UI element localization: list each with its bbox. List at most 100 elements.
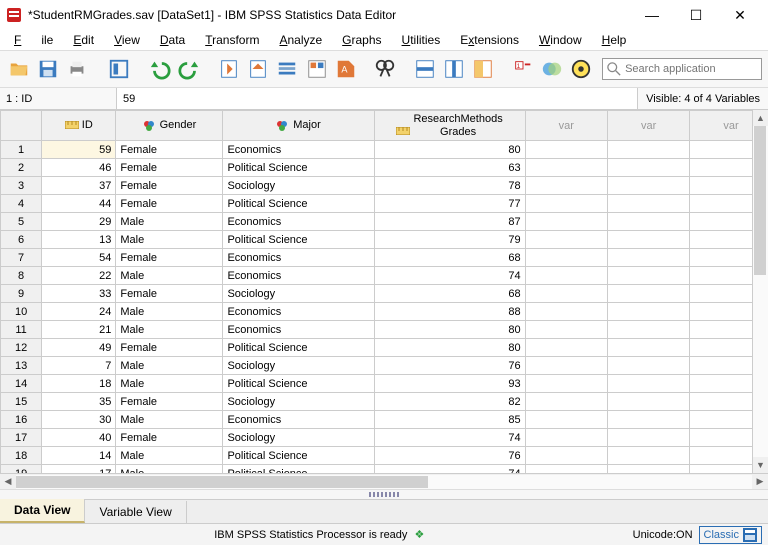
cell-empty[interactable] (525, 159, 607, 177)
scroll-down-icon[interactable]: ▼ (753, 457, 768, 473)
cell-value-input[interactable]: 59 (116, 88, 638, 109)
cell-id[interactable]: 40 (42, 429, 116, 447)
cell-id[interactable]: 21 (42, 321, 116, 339)
cell-id[interactable]: 18 (42, 375, 116, 393)
cell-grade[interactable]: 68 (374, 285, 525, 303)
cell-gender[interactable]: Male (116, 267, 223, 285)
cell-empty[interactable] (690, 411, 752, 429)
row-number[interactable]: 11 (1, 321, 42, 339)
scrollbar-thumb[interactable] (754, 126, 766, 275)
scrollbar-thumb[interactable] (16, 476, 428, 488)
cell-grade[interactable]: 74 (374, 267, 525, 285)
cell-major[interactable]: Sociology (223, 429, 374, 447)
cell-id[interactable]: 46 (42, 159, 116, 177)
cell-gender[interactable]: Female (116, 393, 223, 411)
cell-empty[interactable] (607, 321, 689, 339)
scroll-up-icon[interactable]: ▲ (753, 110, 768, 126)
row-number[interactable]: 8 (1, 267, 42, 285)
cell-empty[interactable] (525, 195, 607, 213)
cell-empty[interactable] (525, 393, 607, 411)
select-cases-icon[interactable] (539, 56, 564, 82)
cell-empty[interactable] (607, 177, 689, 195)
column-header-var[interactable]: var (690, 111, 752, 141)
row-number[interactable]: 7 (1, 249, 42, 267)
cell-gender[interactable]: Male (116, 447, 223, 465)
column-header-researchmethodsgrades[interactable]: ResearchMethods Grades (374, 111, 525, 141)
cell-gender[interactable]: Female (116, 429, 223, 447)
menu-view[interactable]: View (104, 31, 150, 49)
cell-id[interactable]: 17 (42, 465, 116, 474)
cell-id[interactable]: 30 (42, 411, 116, 429)
cell-gender[interactable]: Male (116, 357, 223, 375)
cell-empty[interactable] (525, 447, 607, 465)
cell-id[interactable]: 24 (42, 303, 116, 321)
row-number[interactable]: 15 (1, 393, 42, 411)
cell-major[interactable]: Sociology (223, 285, 374, 303)
variables-icon[interactable] (275, 56, 300, 82)
find-icon[interactable] (373, 56, 398, 82)
cell-empty[interactable] (525, 375, 607, 393)
cell-grade[interactable]: 85 (374, 411, 525, 429)
cell-empty[interactable] (525, 303, 607, 321)
cell-grade[interactable]: 77 (374, 195, 525, 213)
cell-empty[interactable] (607, 375, 689, 393)
cell-gender[interactable]: Male (116, 321, 223, 339)
cell-major[interactable]: Economics (223, 249, 374, 267)
menu-graphs[interactable]: Graphs (332, 31, 391, 49)
cell-empty[interactable] (607, 285, 689, 303)
cell-empty[interactable] (607, 267, 689, 285)
search-box[interactable] (602, 58, 762, 80)
row-number[interactable]: 13 (1, 357, 42, 375)
cell-id[interactable]: 14 (42, 447, 116, 465)
cell-empty[interactable] (525, 213, 607, 231)
cell-major[interactable]: Sociology (223, 393, 374, 411)
cell-empty[interactable] (525, 357, 607, 375)
cell-empty[interactable] (607, 411, 689, 429)
horizontal-scrollbar[interactable]: ◀ ▶ (0, 473, 768, 489)
cell-empty[interactable] (525, 321, 607, 339)
weight-cases-icon[interactable]: 1 (510, 56, 535, 82)
cell-empty[interactable] (690, 375, 752, 393)
recall-dialog-icon[interactable] (106, 56, 131, 82)
cell-gender[interactable]: Female (116, 159, 223, 177)
cell-grade[interactable]: 80 (374, 141, 525, 159)
cell-empty[interactable] (525, 177, 607, 195)
cell-empty[interactable] (607, 213, 689, 231)
cell-empty[interactable] (525, 141, 607, 159)
column-header-major[interactable]: Major (223, 111, 374, 141)
cell-major[interactable]: Economics (223, 213, 374, 231)
row-number[interactable]: 18 (1, 447, 42, 465)
cell-major[interactable]: Political Science (223, 375, 374, 393)
cell-empty[interactable] (607, 303, 689, 321)
cell-gender[interactable]: Male (116, 231, 223, 249)
cell-id[interactable]: 13 (42, 231, 116, 249)
cell-empty[interactable] (690, 321, 752, 339)
cell-id[interactable]: 44 (42, 195, 116, 213)
row-number[interactable]: 4 (1, 195, 42, 213)
pane-splitter[interactable] (0, 489, 768, 499)
menu-file[interactable]: File (4, 31, 63, 49)
cell-gender[interactable]: Male (116, 465, 223, 474)
cell-major[interactable]: Economics (223, 411, 374, 429)
cell-empty[interactable] (690, 303, 752, 321)
data-grid[interactable]: ID Gender Major ResearchMethods Grades (0, 110, 752, 473)
print-icon[interactable] (65, 56, 90, 82)
cell-id[interactable]: 54 (42, 249, 116, 267)
cell-empty[interactable] (690, 285, 752, 303)
menu-extensions[interactable]: Extensions (450, 31, 529, 49)
cell-empty[interactable] (525, 285, 607, 303)
cell-gender[interactable]: Female (116, 249, 223, 267)
column-header-var[interactable]: var (525, 111, 607, 141)
cell-grade[interactable]: 74 (374, 429, 525, 447)
cell-id[interactable]: 29 (42, 213, 116, 231)
cell-grade[interactable]: 76 (374, 357, 525, 375)
search-input[interactable] (625, 63, 755, 75)
cell-gender[interactable]: Female (116, 177, 223, 195)
row-number[interactable]: 14 (1, 375, 42, 393)
minimize-button[interactable]: — (630, 1, 674, 29)
cell-id[interactable]: 7 (42, 357, 116, 375)
cell-empty[interactable] (690, 159, 752, 177)
cell-empty[interactable] (690, 339, 752, 357)
cell-grade[interactable]: 78 (374, 177, 525, 195)
cell-empty[interactable] (607, 429, 689, 447)
